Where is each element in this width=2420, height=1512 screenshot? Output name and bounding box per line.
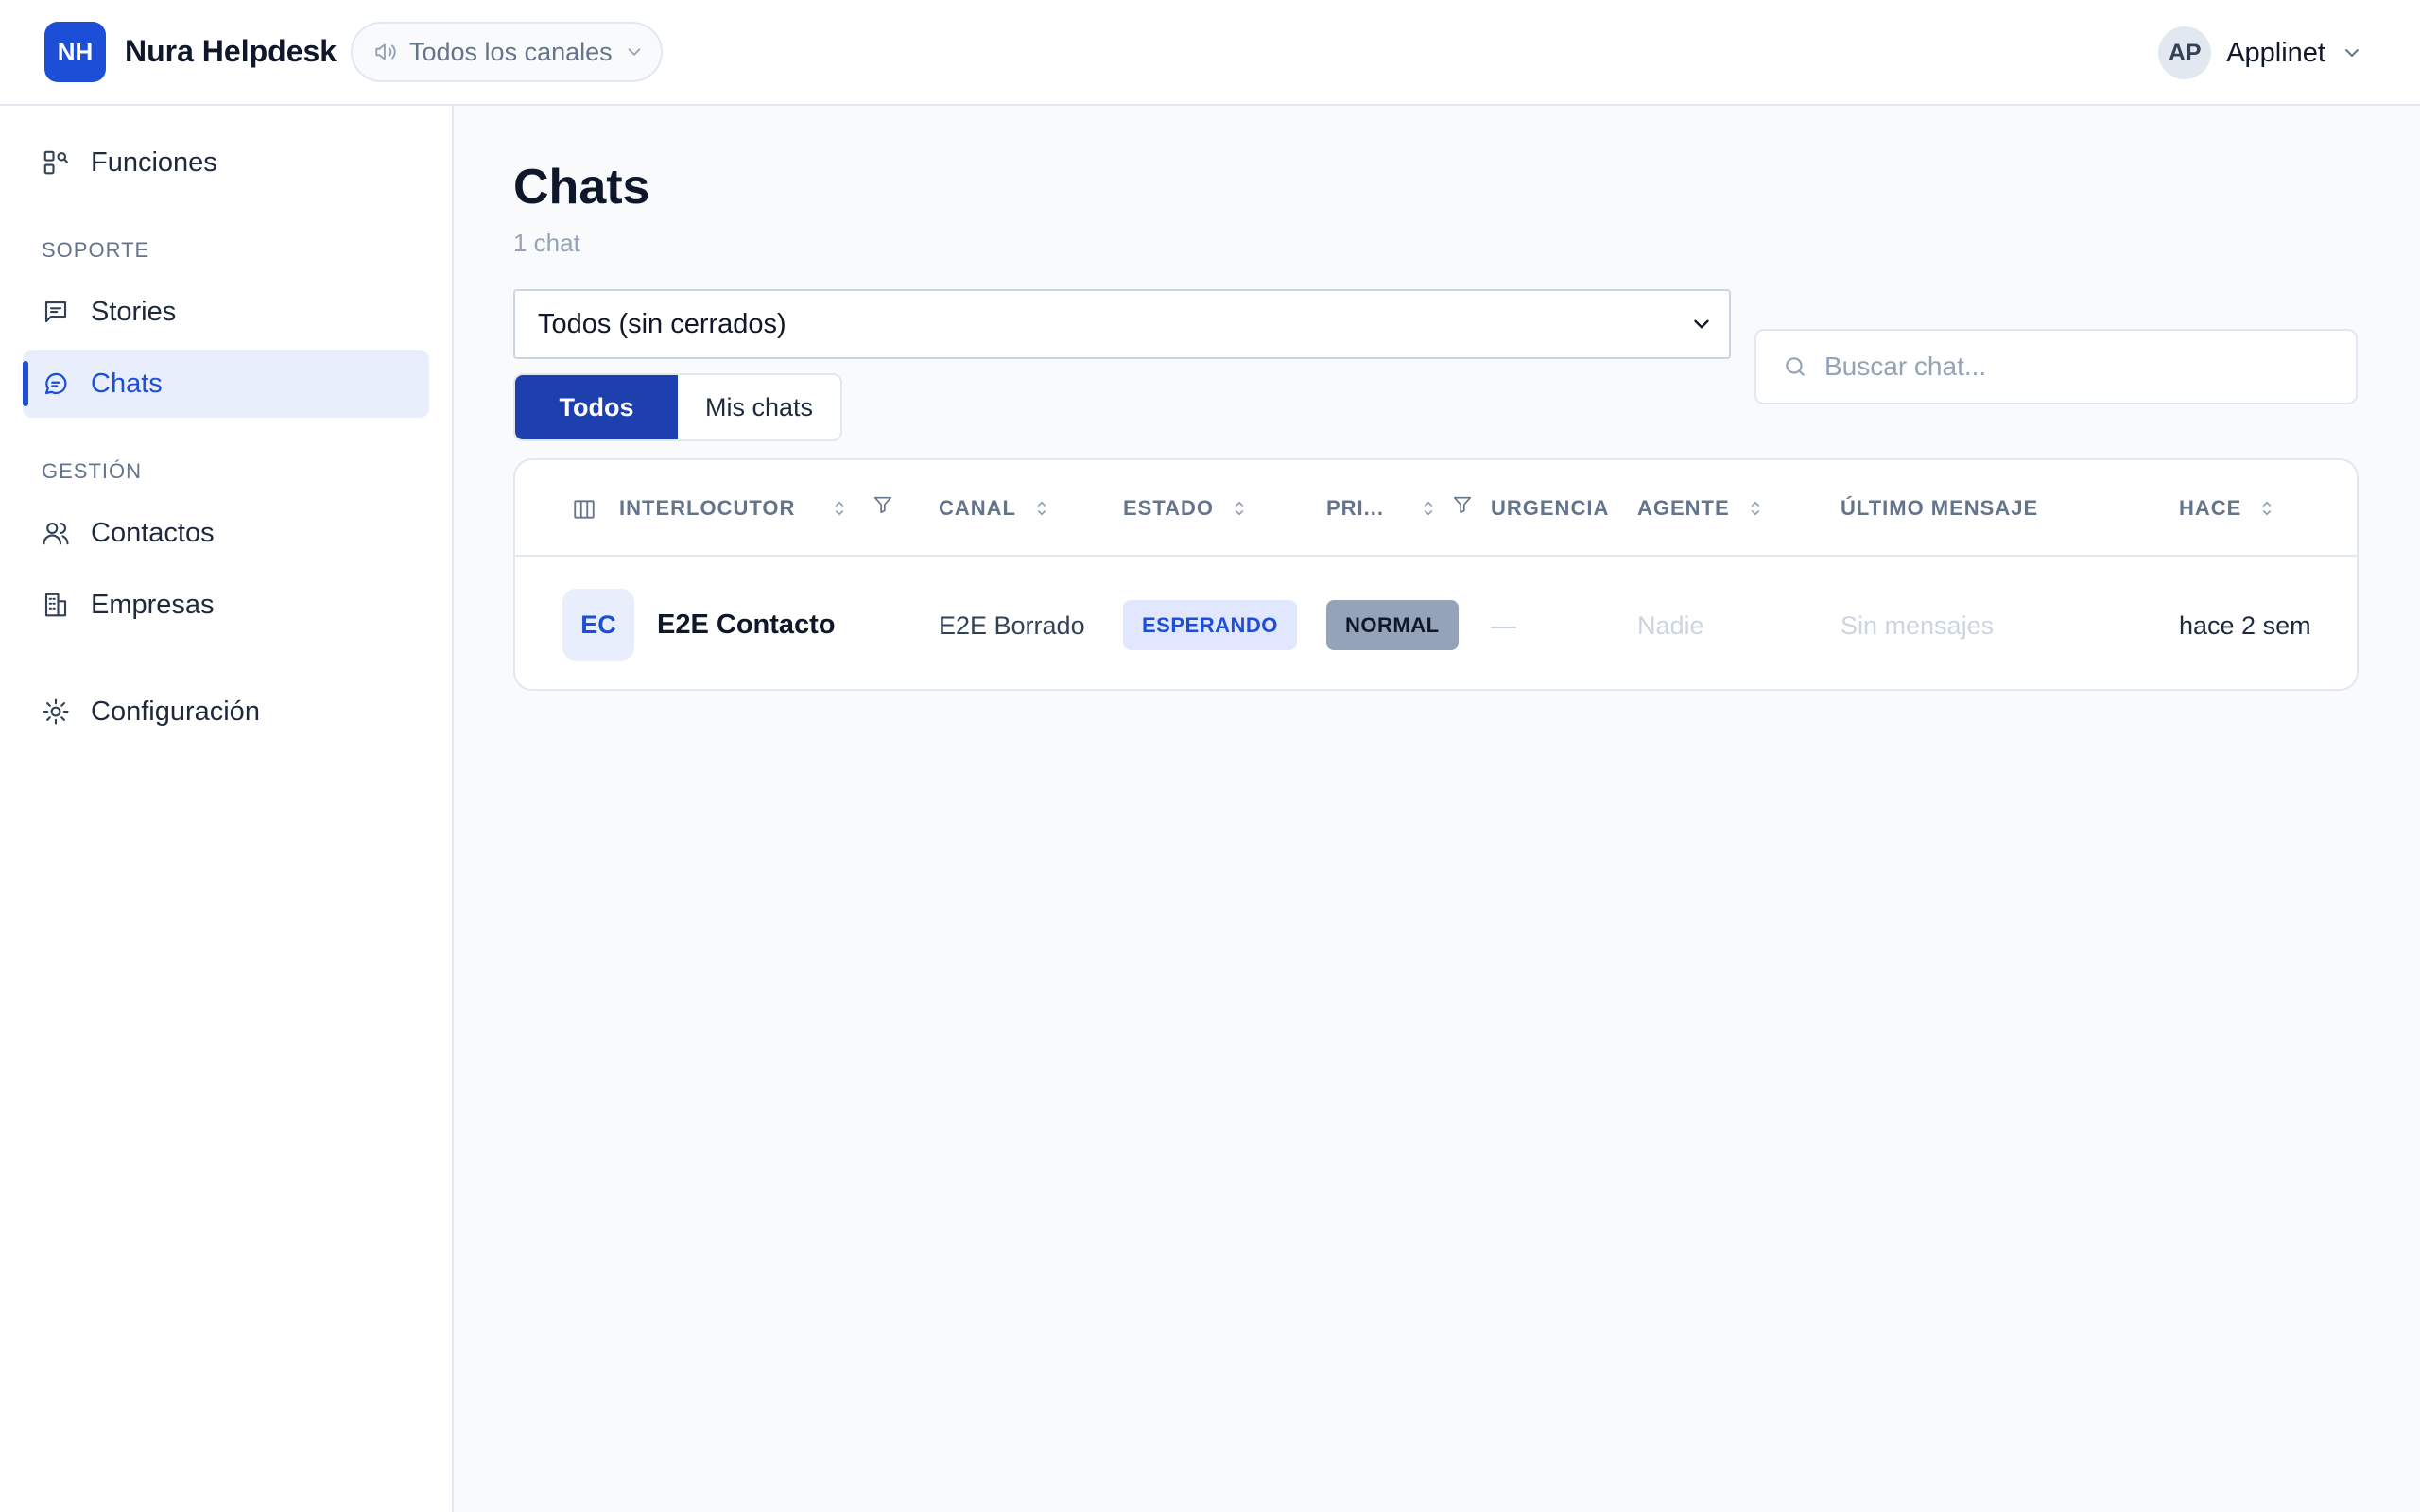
sidebar-item-label: Funciones xyxy=(91,146,217,178)
column-label: ESTADO xyxy=(1123,496,1215,520)
priority-badge: NORMAL xyxy=(1326,600,1459,650)
chevron-down-icon xyxy=(2345,49,2359,58)
column-header-ultimo-mensaje[interactable]: ÚLTIMO MENSAJE xyxy=(1841,496,2038,521)
cell-ultimo-mensaje: Sin mensajes xyxy=(1841,611,1995,640)
sort-icon[interactable] xyxy=(2260,499,2273,518)
cell-agente: Nadie xyxy=(1637,611,1704,640)
scope-segmented-control: Todos Mis chats xyxy=(513,373,842,441)
column-label: HACE xyxy=(2179,496,2242,520)
channel-filter-label: Todos los canales xyxy=(409,37,613,66)
column-header-hace[interactable]: HACE xyxy=(2179,496,2273,521)
chats-table: INTERLOCUTOR CANAL ESTADO PRI... URGENCI… xyxy=(513,458,2359,691)
sidebar: Funciones SOPORTE Stories Chats GESTIÓN … xyxy=(0,106,454,1512)
column-label: PRI... xyxy=(1326,496,1385,520)
sort-icon[interactable] xyxy=(1233,499,1246,518)
sidebar-item-contactos[interactable]: Contactos xyxy=(23,499,429,567)
columns-icon[interactable] xyxy=(572,497,596,522)
app-logo[interactable]: NH xyxy=(44,22,106,82)
sidebar-item-label: Empresas xyxy=(91,589,215,620)
sort-icon[interactable] xyxy=(1422,499,1435,518)
sidebar-item-funciones[interactable]: Funciones xyxy=(23,129,429,197)
column-header-canal[interactable]: CANAL xyxy=(939,496,1048,521)
status-filter-value: Todos (sin cerrados) xyxy=(538,308,786,339)
cell-canal: E2E Borrado xyxy=(939,611,1085,640)
search-icon xyxy=(1786,357,1805,376)
message-square-icon xyxy=(44,301,67,323)
sort-icon[interactable] xyxy=(1035,499,1048,518)
sidebar-item-label: Contactos xyxy=(91,517,215,548)
user-menu[interactable]: AP Applinet xyxy=(2158,25,2363,81)
avatar: AP xyxy=(2158,26,2212,79)
user-name: Applinet xyxy=(2226,37,2325,68)
sidebar-item-label: Configuración xyxy=(91,696,260,727)
sidebar-item-stories[interactable]: Stories xyxy=(23,278,429,346)
filter-icon[interactable] xyxy=(1452,494,1473,515)
section-title-gestion: GESTIÓN xyxy=(42,459,143,483)
segment-todos[interactable]: Todos xyxy=(515,375,678,439)
speaker-icon xyxy=(375,43,396,60)
column-header-estado[interactable]: ESTADO xyxy=(1123,496,1246,521)
top-bar: NH Nura Helpdesk Todos los canales AP Ap… xyxy=(0,0,2420,106)
search-input[interactable] xyxy=(1824,352,2335,382)
sidebar-item-label: Chats xyxy=(91,368,163,399)
column-header-prioridad[interactable]: PRI... xyxy=(1326,496,1473,521)
sidebar-item-empresas[interactable]: Empresas xyxy=(23,571,429,639)
table-header: INTERLOCUTOR CANAL ESTADO PRI... URGENCI… xyxy=(515,460,2357,557)
column-label: URGENCIA xyxy=(1491,496,1610,520)
building-icon xyxy=(44,593,67,617)
column-header-urgencia[interactable]: URGENCIA xyxy=(1491,496,1609,521)
status-filter-select[interactable]: Todos (sin cerrados) xyxy=(513,289,1731,359)
status-badge: ESPERANDO xyxy=(1123,600,1297,650)
chat-count: 1 chat xyxy=(513,229,580,257)
sidebar-item-chats[interactable]: Chats xyxy=(23,350,429,418)
channel-filter-dropdown[interactable]: Todos los canales xyxy=(351,22,663,82)
sidebar-item-label: Stories xyxy=(91,296,177,327)
column-header-interlocutor[interactable]: INTERLOCUTOR xyxy=(619,496,893,521)
cell-urgencia: — xyxy=(1491,611,1516,640)
cell-interlocutor: E2E Contacto xyxy=(657,610,836,640)
chevron-down-icon xyxy=(1694,319,1709,329)
sort-icon[interactable] xyxy=(1749,499,1762,518)
cell-hace: hace 2 sem xyxy=(2179,611,2311,640)
contact-avatar: EC xyxy=(562,589,634,661)
chevron-down-icon xyxy=(628,48,641,57)
column-label: CANAL xyxy=(939,496,1016,520)
sort-icon[interactable] xyxy=(833,499,846,518)
brand-name: Nura Helpdesk xyxy=(125,34,337,68)
page-title: Chats xyxy=(513,160,650,215)
sidebar-item-configuracion[interactable]: Configuración xyxy=(23,678,429,746)
segment-mis-chats[interactable]: Mis chats xyxy=(678,375,840,439)
chat-bubble-icon xyxy=(44,372,67,395)
column-label: INTERLOCUTOR xyxy=(619,496,796,520)
column-label: AGENTE xyxy=(1637,496,1730,520)
users-icon xyxy=(43,522,69,545)
search-box xyxy=(1754,329,2358,404)
column-label: ÚLTIMO MENSAJE xyxy=(1841,496,2039,520)
gear-icon xyxy=(43,698,69,725)
filter-icon[interactable] xyxy=(873,494,893,515)
section-title-soporte: SOPORTE xyxy=(42,238,150,262)
features-icon xyxy=(43,150,68,175)
column-header-agente[interactable]: AGENTE xyxy=(1637,496,1762,521)
